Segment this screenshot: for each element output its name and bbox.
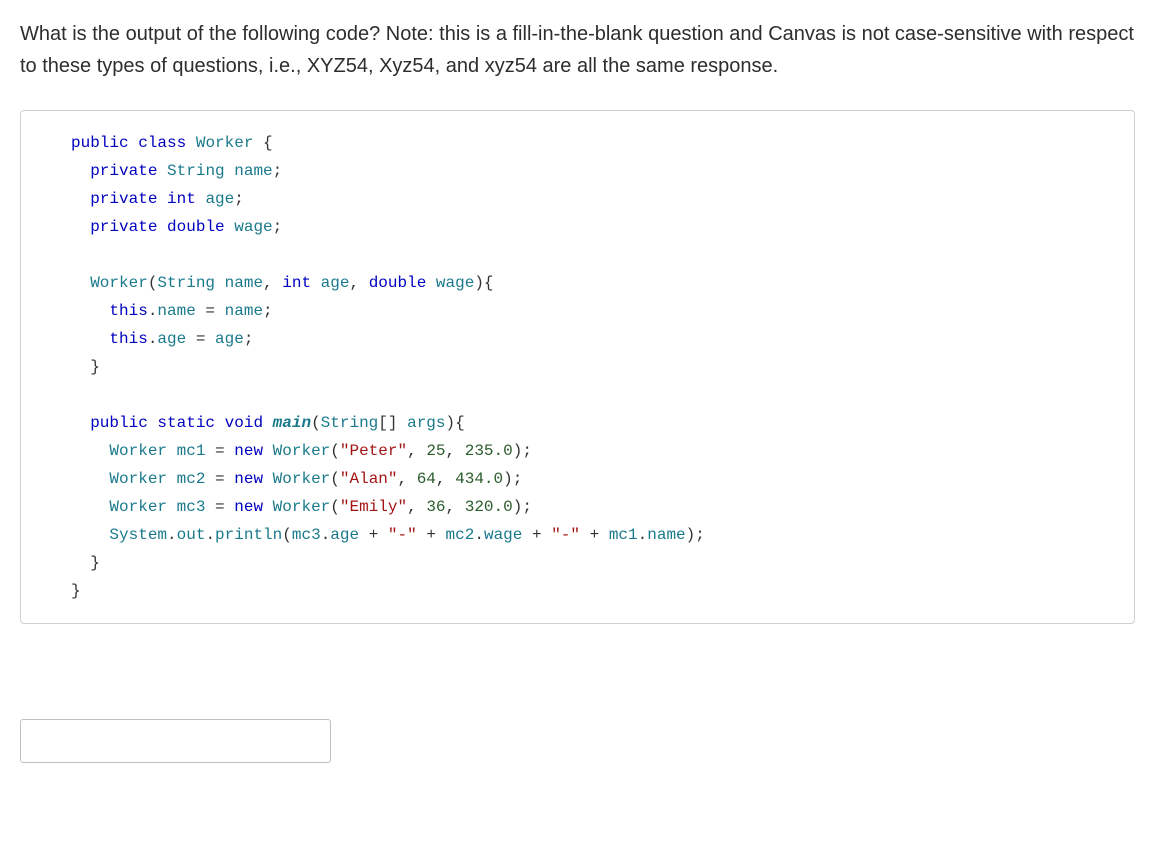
var-mc2: mc2 bbox=[177, 470, 206, 488]
question-prompt: What is the output of the following code… bbox=[20, 18, 1135, 82]
type-string: String bbox=[167, 162, 225, 180]
code-text: { bbox=[253, 134, 272, 152]
string-literal: "-" bbox=[551, 526, 580, 544]
keyword-new: new bbox=[234, 470, 263, 488]
param-type: double bbox=[369, 274, 427, 292]
ctor-call: Worker bbox=[273, 442, 331, 460]
field-name: name bbox=[234, 162, 272, 180]
number-literal: 320.0 bbox=[465, 498, 513, 516]
brace-close: } bbox=[90, 554, 100, 572]
var-ref: name bbox=[225, 302, 263, 320]
obj-ref: mc2 bbox=[446, 526, 475, 544]
keyword-new: new bbox=[234, 442, 263, 460]
type-worker: Worker bbox=[109, 498, 167, 516]
method-main: main bbox=[273, 414, 311, 432]
keyword-private: private bbox=[90, 190, 157, 208]
param-name: age bbox=[321, 274, 350, 292]
string-literal: "Peter" bbox=[340, 442, 407, 460]
obj-ref: mc3 bbox=[292, 526, 321, 544]
type-worker: Worker bbox=[109, 470, 167, 488]
ctor-call: Worker bbox=[273, 470, 331, 488]
out-field: out bbox=[177, 526, 206, 544]
type-double: double bbox=[167, 218, 225, 236]
answer-input[interactable] bbox=[20, 719, 331, 763]
keyword-public: public bbox=[90, 414, 148, 432]
field-ref: age bbox=[330, 526, 359, 544]
field-ref: name bbox=[647, 526, 685, 544]
param-type: int bbox=[282, 274, 311, 292]
keyword-static: static bbox=[157, 414, 215, 432]
var-ref: age bbox=[215, 330, 244, 348]
keyword-private: private bbox=[90, 162, 157, 180]
number-literal: 36 bbox=[426, 498, 445, 516]
type-int: int bbox=[167, 190, 196, 208]
field-age: age bbox=[205, 190, 234, 208]
keyword-private: private bbox=[90, 218, 157, 236]
type-string: String bbox=[321, 414, 379, 432]
class-name: Worker bbox=[196, 134, 254, 152]
field-ref: wage bbox=[484, 526, 522, 544]
println-method: println bbox=[215, 526, 282, 544]
type-worker: Worker bbox=[109, 442, 167, 460]
constructor-name: Worker bbox=[90, 274, 148, 292]
param-name: name bbox=[225, 274, 263, 292]
keyword-this: this bbox=[109, 330, 147, 348]
var-mc1: mc1 bbox=[177, 442, 206, 460]
string-literal: "Emily" bbox=[340, 498, 407, 516]
keyword-this: this bbox=[109, 302, 147, 320]
param-type: String bbox=[157, 274, 215, 292]
system-class: System bbox=[109, 526, 167, 544]
param-name: wage bbox=[436, 274, 474, 292]
string-literal: "-" bbox=[388, 526, 417, 544]
number-literal: 25 bbox=[426, 442, 445, 460]
keyword-new: new bbox=[234, 498, 263, 516]
param-args: args bbox=[407, 414, 445, 432]
brace-close: } bbox=[90, 358, 100, 376]
number-literal: 434.0 bbox=[455, 470, 503, 488]
field-ref: age bbox=[157, 330, 186, 348]
brace-close: } bbox=[71, 582, 81, 600]
var-mc3: mc3 bbox=[177, 498, 206, 516]
number-literal: 235.0 bbox=[465, 442, 513, 460]
keyword-void: void bbox=[225, 414, 263, 432]
field-wage: wage bbox=[234, 218, 272, 236]
obj-ref: mc1 bbox=[609, 526, 638, 544]
keyword-class: class bbox=[138, 134, 186, 152]
code-block: public class Worker { private String nam… bbox=[20, 110, 1135, 624]
string-literal: "Alan" bbox=[340, 470, 398, 488]
number-literal: 64 bbox=[417, 470, 436, 488]
field-ref: name bbox=[157, 302, 195, 320]
ctor-call: Worker bbox=[273, 498, 331, 516]
keyword-public: public bbox=[71, 134, 129, 152]
